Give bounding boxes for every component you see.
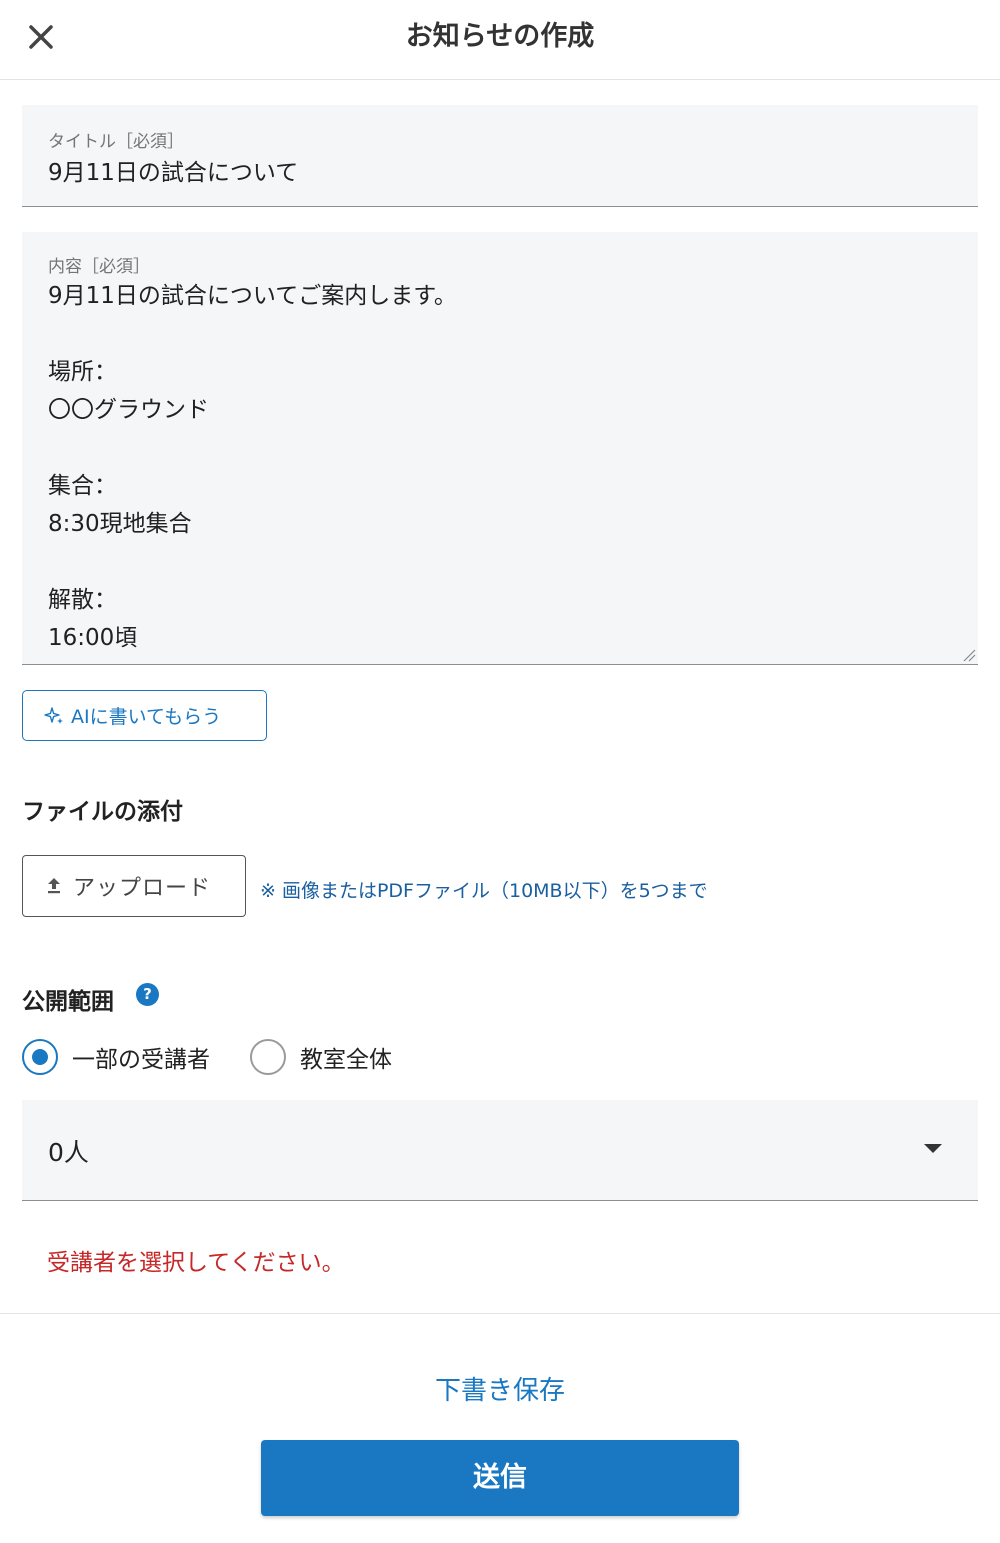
attachment-section-title: ファイルの添付 xyxy=(22,799,183,825)
content-textarea[interactable]: 内容［必須］ 9月11日の試合についてご案内します。 場所： 〇〇グラウンド 集… xyxy=(22,232,978,665)
radio-whole-classroom[interactable]: 教室全体 xyxy=(250,1039,392,1075)
resize-handle-icon[interactable] xyxy=(962,648,976,662)
content-line: 場所： xyxy=(48,359,117,385)
content-line: 9月11日の試合についてご案内します。 xyxy=(48,283,457,309)
students-select-value: 0人 xyxy=(48,1138,89,1167)
header-bar: お知らせの作成 xyxy=(0,0,1000,80)
title-label: タイトル［必須］ xyxy=(48,132,184,152)
content-label: 内容［必須］ xyxy=(48,257,150,277)
ai-write-button[interactable]: AIに書いてもらう xyxy=(22,690,267,741)
content-line: 8:30現地集合 xyxy=(48,511,192,537)
page-title: お知らせの作成 xyxy=(405,21,595,52)
save-draft-button[interactable]: 下書き保存 xyxy=(0,1370,1000,1407)
students-select[interactable]: 0人 xyxy=(22,1100,978,1201)
upload-icon xyxy=(48,878,60,894)
help-icon[interactable]: ? xyxy=(136,983,159,1006)
upload-button[interactable]: アップロード xyxy=(22,855,246,917)
ai-write-label: AIに書いてもらう xyxy=(71,706,222,728)
upload-note: ※ 画像またはPDFファイル（10MB以下）を5つまで xyxy=(260,880,708,902)
submit-button[interactable]: 送信 xyxy=(261,1440,739,1516)
content-line: 集合： xyxy=(48,473,117,499)
radio-label: 教室全体 xyxy=(300,1047,392,1073)
upload-label: アップロード xyxy=(73,876,212,901)
content-line xyxy=(48,543,952,581)
sparkle-icon xyxy=(44,706,63,724)
content-line: 16:00頃 xyxy=(48,625,138,651)
content-line xyxy=(48,429,952,467)
content-line: 解散： xyxy=(48,587,117,613)
title-value[interactable]: 9月11日の試合について xyxy=(48,153,298,187)
content-line: 〇〇グラウンド xyxy=(48,397,209,423)
radio-some-students[interactable]: 一部の受講者 xyxy=(22,1039,210,1075)
error-message: 受講者を選択してください。 xyxy=(47,1250,345,1276)
content-line xyxy=(48,315,952,353)
radio-button-checked[interactable] xyxy=(22,1039,58,1075)
radio-label: 一部の受講者 xyxy=(72,1047,210,1073)
dropdown-arrow-icon xyxy=(924,1144,942,1153)
visibility-section-title: 公開範囲 xyxy=(22,989,114,1015)
title-input[interactable]: タイトル［必須］ 9月11日の試合について xyxy=(22,105,978,207)
footer-divider xyxy=(0,1313,1000,1314)
content-text[interactable]: 9月11日の試合についてご案内します。 場所： 〇〇グラウンド 集合： 8:30… xyxy=(48,277,952,657)
radio-button-unchecked[interactable] xyxy=(250,1039,286,1075)
